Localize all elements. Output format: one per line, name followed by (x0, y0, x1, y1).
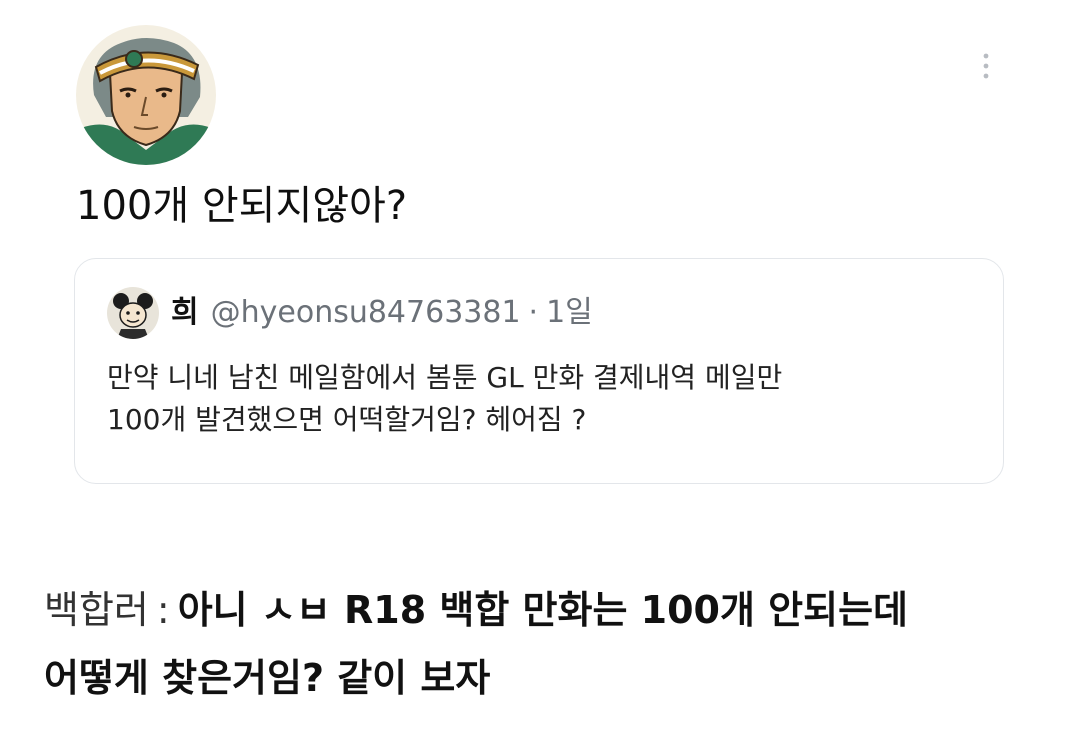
comment-caption: 백합러: 아니 ㅅㅂ R18 백합 만화는 100개 안되는데 어떻게 찾은거임?… (44, 576, 1044, 712)
comment-text-line-2: 어떻게 찾은거임? 같이 보자 (44, 656, 491, 700)
quote-body: 만약 니네 남친 메일함에서 봄툰 GL 만화 결제내역 메일만 100개 발견… (107, 357, 987, 441)
tweet-text: 100개 안되지않아? (76, 183, 408, 229)
cartoon-avatar-icon (107, 287, 159, 339)
comment-line-1: 백합러: 아니 ㅅㅂ R18 백합 만화는 100개 안되는데 (44, 576, 1044, 644)
avatar[interactable] (76, 25, 216, 165)
comment-author: 백합러 (44, 588, 149, 632)
quoted-tweet-card[interactable]: 희 @hyeonsu84763381 · 1일 만약 니네 남친 메일함에서 봄툰 G… (74, 258, 1004, 484)
comment-colon: : (156, 588, 170, 632)
anime-character-avatar-icon (76, 25, 216, 165)
quote-body-line: 만약 니네 남친 메일함에서 봄툰 GL 만화 결제내역 메일만 (107, 361, 783, 394)
comment-text-line-1: 아니 ㅅㅂ R18 백합 만화는 100개 안되는데 (177, 588, 908, 632)
quote-body-line: 100개 발견했으면 어떡할거임? 헤어짐 ? (107, 403, 587, 436)
more-vertical-icon[interactable] (968, 46, 1004, 86)
quote-author-name[interactable]: 희 (171, 295, 199, 330)
quote-handle[interactable]: @hyeonsu84763381 (211, 295, 521, 330)
separator-dot: · (528, 295, 539, 330)
quote-avatar[interactable] (107, 287, 159, 339)
quote-header: 희 @hyeonsu84763381 · 1일 (171, 295, 593, 331)
quote-timestamp: 1일 (546, 295, 593, 330)
